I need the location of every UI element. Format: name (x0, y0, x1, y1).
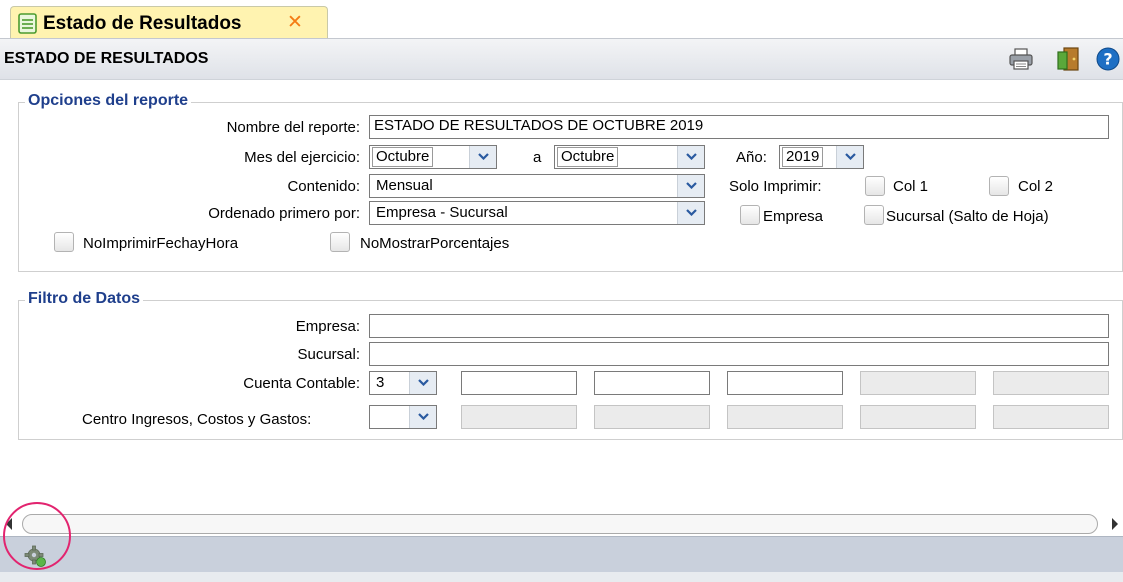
nombre-label: Nombre del reporte: (226, 119, 360, 136)
cuenta-segmento-2-input[interactable] (594, 371, 710, 395)
centro-nivel-select[interactable] (369, 405, 437, 429)
page-header: ESTADO DE RESULTADOS ? (0, 38, 1123, 80)
mes-ejercicio-label: Mes del ejercicio: (244, 149, 360, 166)
contenido-label: Contenido: (287, 178, 360, 195)
empresa-checkbox-label: Empresa (763, 208, 824, 225)
mes-hasta-select[interactable]: Octubre (554, 145, 705, 169)
opciones-legend: Opciones del reporte (25, 92, 192, 110)
status-strip (0, 572, 1123, 582)
col2-checkbox[interactable] (989, 176, 1009, 196)
highlight-ring (3, 502, 71, 570)
col1-checkbox[interactable] (865, 176, 885, 196)
centro-segmento-4-input (860, 405, 976, 429)
tab-strip: Estado de Resultados ✕ (0, 0, 1123, 39)
chevron-down-icon[interactable] (409, 406, 436, 428)
cuenta-segmento-5-input (993, 371, 1109, 395)
ordenado-label: Ordenado primero por: (208, 205, 360, 222)
centro-segmento-1-input (461, 405, 577, 429)
tab-estado-de-resultados[interactable]: Estado de Resultados ✕ (10, 6, 328, 39)
anio-select[interactable]: 2019 (779, 145, 864, 169)
sucursal-label: Sucursal: (297, 346, 360, 363)
sucursal-input[interactable] (369, 342, 1109, 366)
mes-desde-select[interactable]: Octubre (369, 145, 497, 169)
rango-a-label: a (533, 149, 542, 166)
exit-door-icon[interactable] (1055, 46, 1081, 72)
empresa-label: Empresa: (295, 318, 360, 335)
chevron-down-icon[interactable] (836, 146, 863, 168)
empresa-checkbox[interactable] (740, 205, 760, 225)
cuenta-nivel-select[interactable]: 3 (369, 371, 437, 395)
centro-nivel-value (372, 407, 380, 409)
ordenado-select[interactable]: Empresa - Sucursal (369, 201, 705, 225)
col1-label: Col 1 (893, 178, 929, 195)
col2-label: Col 2 (1018, 178, 1054, 195)
mes-desde-value: Octubre (372, 147, 434, 167)
mes-hasta-value: Octubre (557, 147, 619, 167)
chevron-down-icon[interactable] (469, 146, 496, 168)
cuenta-nivel-value: 3 (376, 374, 385, 391)
chevron-down-icon[interactable] (677, 146, 704, 168)
centro-label: Centro Ingresos, Costos y Gastos: (82, 411, 312, 428)
no-mostrar-porcentajes-checkbox[interactable] (330, 232, 350, 252)
nombre-reporte-input[interactable]: ESTADO DE RESULTADOS DE OCTUBRE 2019 (369, 115, 1109, 139)
sucursal-salto-checkbox[interactable] (864, 205, 884, 225)
horizontal-scrollbar[interactable] (0, 512, 1123, 536)
cuenta-segmento-1-input[interactable] (461, 371, 577, 395)
tab-title: Estado de Resultados (43, 13, 242, 34)
contenido-value: Mensual (376, 177, 433, 194)
contenido-select[interactable]: Mensual (369, 174, 705, 198)
cuenta-segmento-3-input[interactable] (727, 371, 843, 395)
empresa-input[interactable] (369, 314, 1109, 338)
chevron-down-icon[interactable] (677, 175, 704, 197)
centro-segmento-3-input (727, 405, 843, 429)
cuenta-contable-label: Cuenta Contable: (243, 375, 360, 392)
document-list-icon (18, 13, 37, 34)
print-icon[interactable] (1008, 46, 1034, 72)
centro-segmento-5-input (993, 405, 1109, 429)
solo-imprimir-label: Solo Imprimir: (729, 178, 822, 195)
no-imprimir-fecha-checkbox[interactable] (54, 232, 74, 252)
ordenado-value: Empresa - Sucursal (376, 204, 508, 221)
scrollbar-thumb[interactable] (22, 514, 1098, 534)
close-icon[interactable]: ✕ (287, 11, 303, 34)
cuenta-segmento-4-input (860, 371, 976, 395)
sucursal-salto-label: Sucursal (Salto de Hoja) (886, 208, 1049, 225)
no-mostrar-porcentajes-label: NoMostrarPorcentajes (360, 235, 510, 252)
anio-label: Año: (736, 149, 767, 166)
no-imprimir-fecha-label: NoImprimirFechayHora (83, 235, 239, 252)
footer-toolbar (0, 536, 1123, 572)
page-title: ESTADO DE RESULTADOS (4, 50, 209, 67)
chevron-down-icon[interactable] (677, 202, 704, 224)
filtro-legend: Filtro de Datos (25, 290, 144, 308)
centro-segmento-2-input (594, 405, 710, 429)
help-icon[interactable]: ? (1095, 46, 1121, 72)
anio-value: 2019 (782, 147, 824, 167)
svg-text:?: ? (1103, 50, 1112, 69)
chevron-down-icon[interactable] (409, 372, 436, 394)
scroll-right-arrow-icon[interactable] (1112, 518, 1118, 530)
